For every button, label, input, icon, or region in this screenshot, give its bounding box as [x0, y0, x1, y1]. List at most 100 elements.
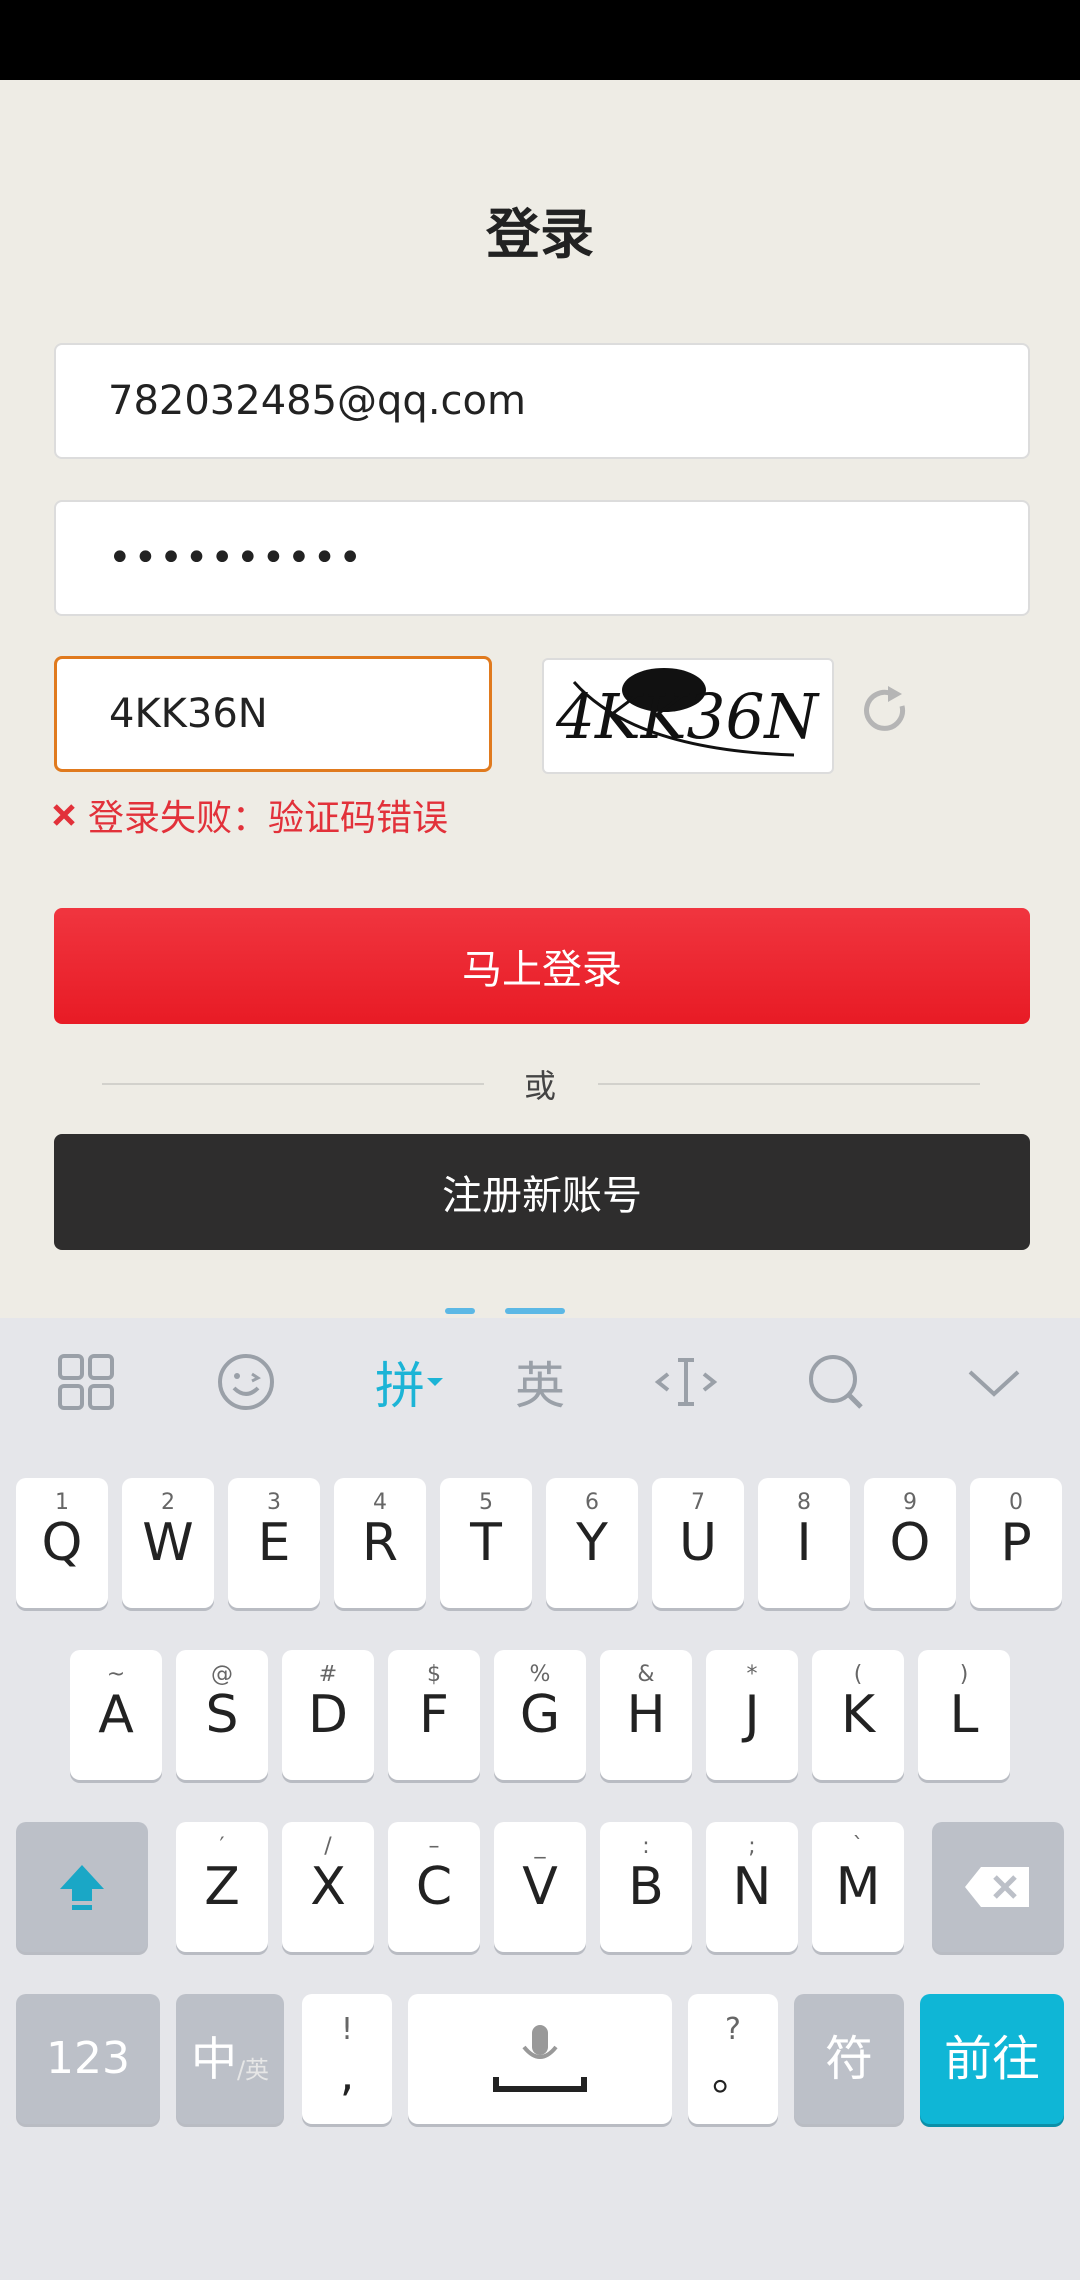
key-label: U — [678, 1513, 718, 1573]
captcha-image[interactable]: 4KK36N — [542, 658, 834, 774]
key-label: I — [796, 1513, 812, 1573]
key-h[interactable]: & H — [600, 1650, 692, 1780]
key-label: O — [889, 1513, 931, 1573]
key-z[interactable]: ′ Z — [176, 1822, 268, 1952]
key-label: X — [310, 1857, 346, 1917]
key-sub: 6 — [585, 1490, 599, 1515]
email-field[interactable]: 782032485@qq.com — [54, 343, 1030, 459]
key-g[interactable]: % G — [494, 1650, 586, 1780]
key-sub: : — [642, 1834, 650, 1859]
register-button[interactable]: 注册新账号 — [54, 1134, 1030, 1250]
key-q[interactable]: 1Q — [16, 1478, 108, 1608]
key-sub: ` — [852, 1834, 864, 1859]
numbers-key[interactable]: 123 — [16, 1994, 160, 2124]
key-label: D — [307, 1685, 349, 1745]
microphone-icon — [493, 2025, 587, 2092]
key-m[interactable]: ` M — [812, 1822, 904, 1952]
email-value: 782032485@qq.com — [108, 378, 526, 424]
key-s[interactable]: @ S — [176, 1650, 268, 1780]
key-label: A — [98, 1685, 134, 1745]
key-label: R — [361, 1513, 399, 1573]
error-text: 登录失败：验证码错误 — [88, 798, 449, 839]
key-sub: * — [746, 1662, 758, 1687]
error-message: 登录失败：验证码错误 — [50, 790, 448, 840]
key-u[interactable]: 7U — [652, 1478, 744, 1608]
grid-menu-icon[interactable] — [54, 1350, 118, 1414]
cursor-move-icon[interactable] — [654, 1350, 718, 1414]
key-label: P — [1000, 1513, 1032, 1573]
space-key[interactable] — [408, 1994, 672, 2124]
key-sub: $ — [427, 1662, 441, 1687]
page-title: 登录 — [486, 203, 594, 266]
key-sub: ( — [853, 1662, 863, 1687]
key-c[interactable]: – C — [388, 1822, 480, 1952]
key-sub: 5 — [479, 1490, 493, 1515]
cut-off-link — [445, 1308, 605, 1316]
key-sub: 4 — [373, 1490, 387, 1515]
key-label: W — [142, 1513, 194, 1573]
chevron-down-icon — [427, 1378, 443, 1386]
error-x-icon — [53, 804, 75, 826]
symbols-key-label: 符 — [824, 2031, 873, 2087]
key-label: T — [470, 1513, 502, 1573]
english-mode-tab[interactable]: 英 — [510, 1350, 570, 1415]
pinyin-mode-tab[interactable]: 拼 — [360, 1350, 460, 1415]
emoji-icon[interactable] — [214, 1350, 278, 1414]
key-label: S — [205, 1685, 239, 1745]
key-f[interactable]: $ F — [388, 1650, 480, 1780]
login-page: 登录 782032485@qq.com •••••••••• 4KK36N 4K… — [0, 80, 1080, 1318]
key-p[interactable]: 0P — [970, 1478, 1062, 1608]
comma-key[interactable]: ! , — [302, 1994, 392, 2124]
status-bar — [0, 0, 1080, 80]
key-y[interactable]: 6Y — [546, 1478, 638, 1608]
key-label: F — [419, 1685, 449, 1745]
hide-keyboard-icon[interactable] — [966, 1350, 1022, 1414]
go-key[interactable]: 前往 — [920, 1994, 1064, 2124]
language-key-sub: /英 — [236, 2055, 270, 2084]
password-field[interactable]: •••••••••• — [54, 500, 1030, 616]
key-d[interactable]: # D — [282, 1650, 374, 1780]
key-sub: # — [318, 1662, 338, 1687]
key-o[interactable]: 9O — [864, 1478, 956, 1608]
symbols-key[interactable]: 符 — [794, 1994, 904, 2124]
key-label: L — [949, 1685, 979, 1745]
login-button[interactable]: 马上登录 — [54, 908, 1030, 1024]
key-sub: 0 — [1009, 1490, 1023, 1515]
register-button-label: 注册新账号 — [442, 1173, 642, 1219]
key-label: G — [519, 1685, 561, 1745]
language-switch-key[interactable]: 中 /英 — [176, 1994, 284, 2124]
refresh-captcha-icon[interactable] — [858, 682, 914, 738]
key-l[interactable]: ) L — [918, 1650, 1010, 1780]
soft-keyboard: 拼 英 1Q 2W 3E 4R 5T 6Y 7U 8I 9O 0P ~ A @ … — [0, 1318, 1080, 2280]
key-x[interactable]: / X — [282, 1822, 374, 1952]
backspace-key[interactable] — [932, 1822, 1064, 1952]
captcha-input[interactable]: 4KK36N — [54, 656, 492, 772]
key-sub: 1 — [55, 1490, 69, 1515]
key-label: B — [628, 1857, 664, 1917]
key-r[interactable]: 4R — [334, 1478, 426, 1608]
period-key[interactable]: ? 。 — [688, 1994, 778, 2124]
go-key-label: 前往 — [943, 2031, 1040, 2087]
key-sub: ) — [959, 1662, 969, 1687]
key-sub: @ — [211, 1662, 233, 1687]
key-sub: / — [324, 1834, 332, 1859]
key-v[interactable]: _ V — [494, 1822, 586, 1952]
key-i[interactable]: 8I — [758, 1478, 850, 1608]
shift-key[interactable] — [16, 1822, 148, 1952]
key-sub: _ — [534, 1834, 546, 1859]
key-t[interactable]: 5T — [440, 1478, 532, 1608]
search-icon[interactable] — [804, 1350, 868, 1414]
key-sub: ; — [748, 1834, 756, 1859]
key-sub: 9 — [903, 1490, 917, 1515]
key-label: H — [626, 1685, 666, 1745]
key-b[interactable]: :B — [600, 1822, 692, 1952]
numbers-key-label: 123 — [46, 2033, 130, 2084]
key-a[interactable]: ~ A — [70, 1650, 162, 1780]
key-w[interactable]: 2W — [122, 1478, 214, 1608]
key-k[interactable]: (K — [812, 1650, 904, 1780]
period-key-label: 。 — [711, 2051, 754, 2100]
key-j[interactable]: * J — [706, 1650, 798, 1780]
key-e[interactable]: 3E — [228, 1478, 320, 1608]
shift-icon — [60, 1865, 104, 1910]
key-n[interactable]: ; N — [706, 1822, 798, 1952]
